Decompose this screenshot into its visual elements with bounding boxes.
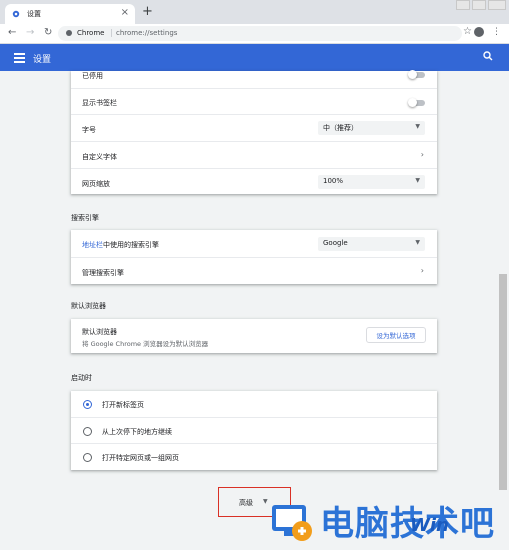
font-size-row: 字号 中（推荐） ▼ — [71, 114, 437, 141]
page-zoom-select[interactable]: 100% ▼ — [318, 175, 425, 189]
back-icon[interactable]: ← — [8, 26, 16, 40]
new-tab-button[interactable]: + — [142, 4, 153, 20]
account-icon[interactable] — [474, 27, 484, 37]
row-label: 地址栏中使用的搜索引擎 — [82, 240, 159, 250]
appearance-card: 已停用 显示书签栏 字号 中（推荐） ▼ 自定义字体 › 网页缩放 100% ▼ — [71, 70, 437, 194]
menu-icon[interactable] — [14, 53, 25, 65]
info-icon[interactable] — [66, 30, 72, 36]
default-browser-title: 默认浏览器 — [82, 328, 117, 336]
omnibox-link[interactable]: 地址栏 — [82, 241, 103, 249]
address-site: Chrome — [77, 29, 105, 37]
startup-option-row[interactable]: 打开新标签页 — [71, 391, 437, 417]
address-separator: | — [110, 28, 113, 37]
chevron-right-icon: › — [420, 266, 424, 275]
radio-button[interactable] — [83, 453, 92, 462]
minimize-button[interactable] — [456, 0, 470, 10]
address-bar[interactable]: Chrome | chrome://settings ☆ — [58, 26, 472, 41]
toggle-switch[interactable] — [408, 70, 425, 79]
select-value: 100% — [323, 177, 344, 185]
page-zoom-row: 网页缩放 100% ▼ — [71, 168, 437, 194]
settings-header: 设置 — [0, 44, 509, 71]
search-engine-card: 地址栏中使用的搜索引擎 Google ▼ 管理搜索引擎 › — [71, 230, 437, 284]
toolbar: ← → ↻ Chrome | chrome://settings ☆ ⋮ — [0, 24, 509, 44]
row-label: 自定义字体 — [82, 153, 117, 161]
section-title-search-engine: 搜索引擎 — [71, 214, 99, 222]
watermark-logo-icon — [272, 505, 312, 541]
advanced-label: 高级 — [239, 499, 253, 507]
startup-option-row[interactable]: 打开特定网页或一组网页 — [71, 443, 437, 470]
default-browser-subtitle: 将 Google Chrome 浏览器设为默认浏览器 — [82, 340, 209, 348]
manage-search-engines-row[interactable]: 管理搜索引擎 › — [71, 257, 437, 284]
search-engine-select[interactable]: Google ▼ — [318, 237, 425, 251]
dropdown-arrow-icon: ▼ — [415, 177, 420, 184]
font-size-select[interactable]: 中（推荐） ▼ — [318, 121, 425, 135]
row-label: 网页缩放 — [82, 180, 110, 188]
forward-icon[interactable]: → — [26, 26, 34, 40]
custom-fonts-row[interactable]: 自定义字体 › — [71, 141, 437, 168]
reload-icon[interactable]: ↻ — [44, 26, 52, 40]
radio-label: 打开特定网页或一组网页 — [102, 454, 179, 462]
startup-option-row[interactable]: 从上次停下的地方继续 — [71, 417, 437, 443]
tab-strip: 设置 × + — [0, 0, 509, 24]
row-label: 管理搜索引擎 — [82, 269, 124, 277]
tab-settings[interactable]: 设置 × — [5, 4, 135, 24]
radio-label: 从上次停下的地方继续 — [102, 428, 172, 436]
bookmarks-bar-toggle[interactable] — [408, 98, 425, 107]
maximize-button[interactable] — [472, 0, 486, 10]
section-title-on-startup: 启动时 — [71, 374, 92, 382]
partial-toggle-row[interactable]: 已停用 — [71, 70, 437, 88]
search-icon[interactable] — [483, 51, 493, 61]
select-value: Google — [323, 239, 348, 247]
star-icon[interactable]: ☆ — [463, 26, 472, 37]
bookmarks-bar-row[interactable]: 显示书签栏 — [71, 88, 437, 114]
dropdown-arrow-icon: ▼ — [415, 239, 420, 246]
page-title: 设置 — [33, 55, 52, 65]
row-label: 显示书签栏 — [82, 99, 117, 107]
tab-close-button[interactable]: × — [121, 7, 129, 18]
address-url: chrome://settings — [116, 29, 178, 37]
on-startup-card: 打开新标签页 从上次停下的地方继续 打开特定网页或一组网页 — [71, 391, 437, 470]
tab-title: 设置 — [27, 10, 41, 18]
gear-icon — [12, 10, 20, 18]
select-value: 中（推荐） — [323, 124, 358, 132]
search-engine-row: 地址栏中使用的搜索引擎 Google ▼ — [71, 230, 437, 257]
close-window-button[interactable] — [488, 0, 506, 10]
radio-label: 打开新标签页 — [102, 401, 144, 409]
dropdown-arrow-icon: ▼ — [263, 498, 268, 505]
make-default-button[interactable]: 设为默认选项 — [366, 327, 426, 343]
watermark-text: 电脑技术吧 — [320, 504, 495, 544]
scrollbar-thumb[interactable] — [499, 274, 507, 490]
default-browser-card: 默认浏览器 将 Google Chrome 浏览器设为默认浏览器 设为默认选项 — [71, 319, 437, 353]
row-label: 字号 — [82, 126, 96, 134]
dropdown-arrow-icon: ▼ — [415, 123, 420, 130]
row-label: 已停用 — [82, 72, 103, 80]
watermark-sub: Win — [410, 515, 449, 536]
more-vert-icon[interactable]: ⋮ — [492, 27, 501, 37]
radio-button[interactable] — [83, 427, 92, 436]
row-label-rest: 中使用的搜索引擎 — [103, 241, 159, 249]
section-title-default-browser: 默认浏览器 — [71, 302, 106, 310]
chevron-right-icon: › — [420, 150, 424, 159]
radio-selected[interactable] — [83, 400, 92, 409]
